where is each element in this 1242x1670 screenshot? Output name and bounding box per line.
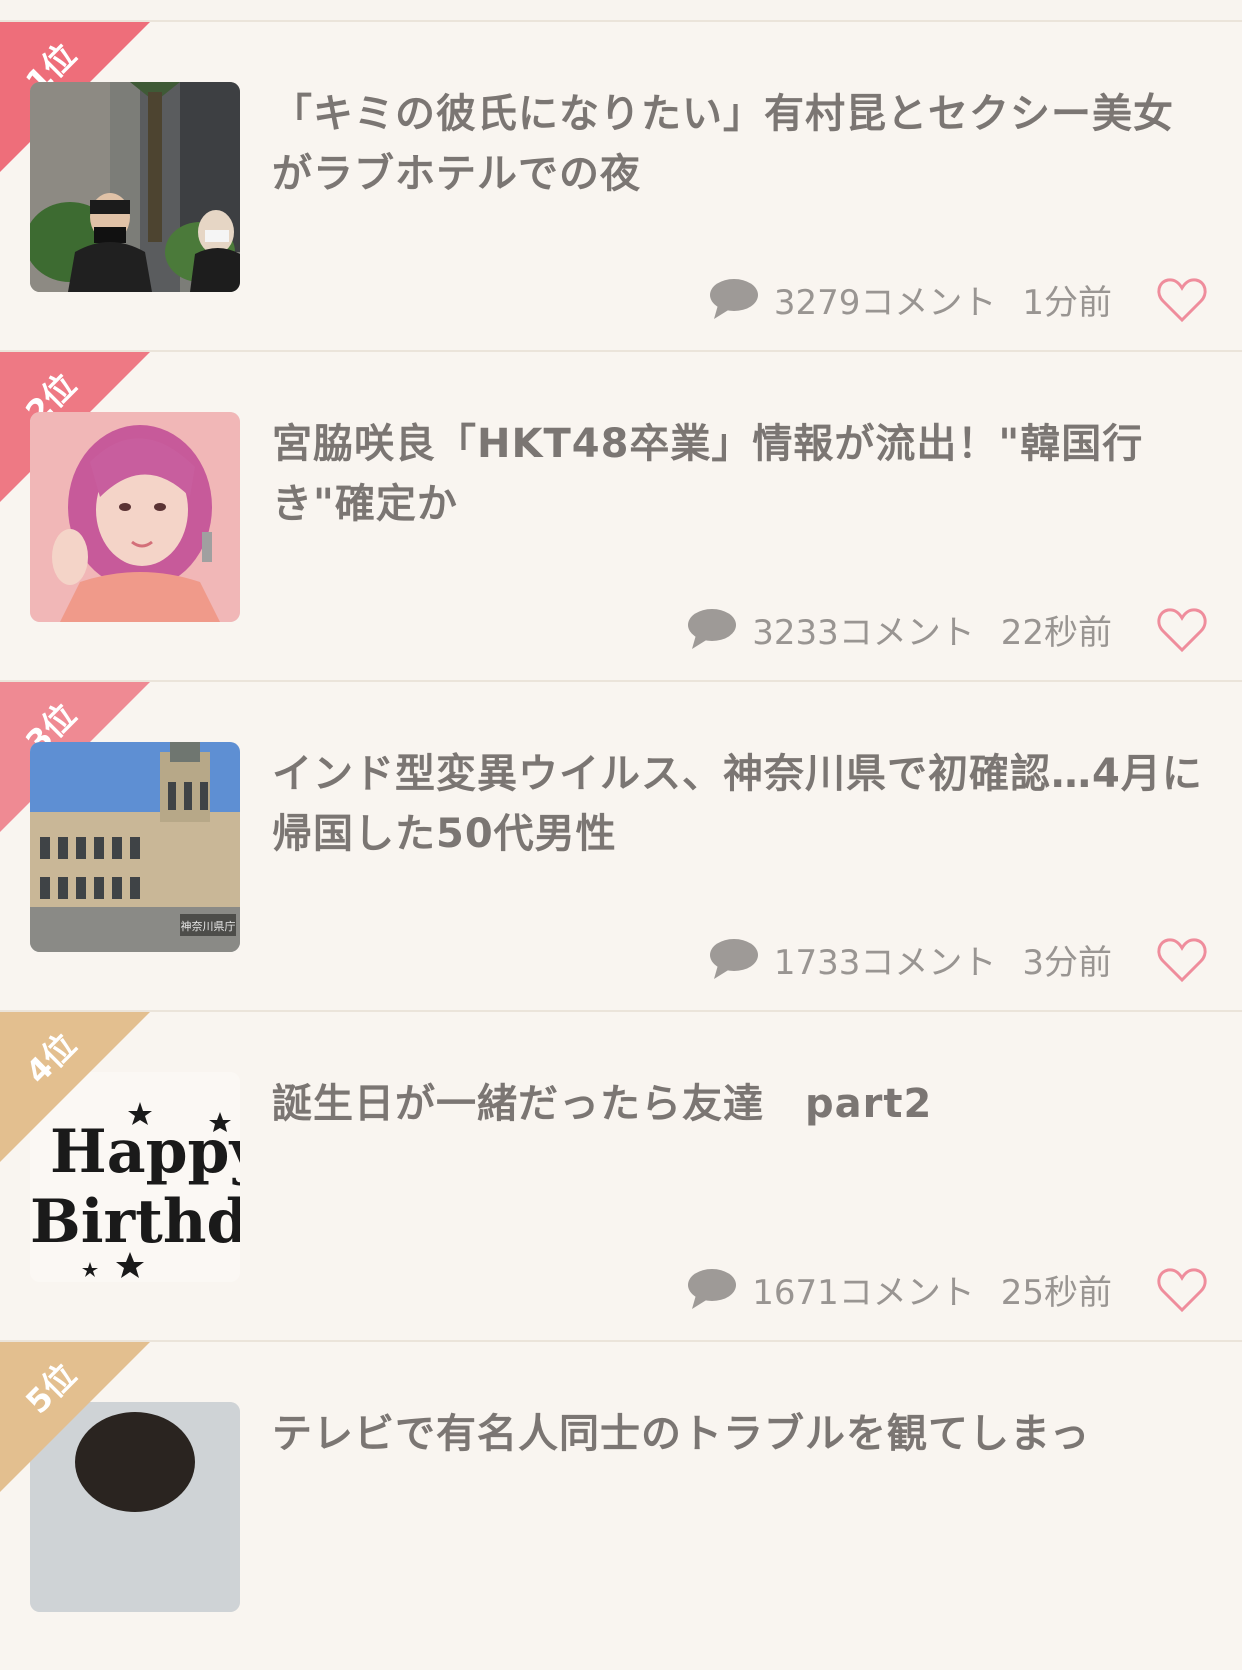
kanagawa-building-photo: 神奈川県庁: [30, 742, 240, 952]
svg-text:神奈川県庁: 神奈川県庁: [181, 919, 236, 933]
topic-title[interactable]: 「キミの彼氏になりたい」有村昆とセクシー美女がラブホテルでの夜: [272, 84, 1207, 204]
topic-thumbnail[interactable]: [30, 82, 240, 292]
heart-outline-icon[interactable]: [1156, 1264, 1208, 1316]
topic-ranking-list: 1位 「キミの彼氏になりたい」有村昆とセクシー美女がラブホテルでの夜 3279コ…: [0, 0, 1242, 1670]
comment-bubble-icon: [688, 609, 737, 649]
topic-item[interactable]: 1位 「キミの彼氏になりたい」有村昆とセクシー美女がラブホテルでの夜 3279コ…: [0, 20, 1242, 350]
posted-time: 25秒前: [1000, 1272, 1112, 1313]
posted-time: 1分前: [1022, 282, 1112, 323]
comment-bubble-icon: [709, 279, 758, 319]
topic-title[interactable]: 宮脇咲良「HKT48卒業」情報が流出！"韓国行き"確定か: [272, 414, 1207, 534]
rank-ribbon: 5位: [0, 1342, 150, 1492]
topic-thumbnail[interactable]: 神奈川県庁: [30, 742, 240, 952]
comment-bubble-icon: [709, 939, 758, 979]
comment-count: 3233コメント: [752, 612, 975, 653]
comment-count: 3279コメント: [773, 282, 997, 323]
topic-title[interactable]: 誕生日が一緒だったら友達 part2: [272, 1074, 1207, 1134]
topic-meta: 1733コメント 3分前: [708, 937, 1112, 983]
topic-item[interactable]: 3位 神奈川県庁 インド型変異ウイルス、神奈川県で初確認…4月に帰国した50代男…: [0, 680, 1242, 1010]
posted-time: 22秒前: [1000, 612, 1112, 653]
comment-bubble-icon: [688, 1269, 737, 1309]
svg-text:Birthday: Birthday: [30, 1187, 240, 1257]
topic-title[interactable]: テレビで有名人同士のトラブルを観てしまっ: [272, 1404, 1207, 1464]
topic-meta: 3233コメント 22秒前: [686, 607, 1112, 653]
two-people-photo: [30, 82, 240, 292]
topic-meta: 3279コメント 1分前: [708, 277, 1112, 323]
topic-item[interactable]: Happy Birthday 4位 誕生日が一緒だったら友達 part2 167…: [0, 1010, 1242, 1340]
topic-item[interactable]: 2位 宮脇咲良「HKT48卒業」情報が流出！"韓国行き"確定か 3233コメント…: [0, 350, 1242, 680]
pink-haired-woman-photo: [30, 412, 240, 622]
heart-outline-icon[interactable]: [1156, 274, 1208, 326]
topic-thumbnail[interactable]: [30, 412, 240, 622]
topic-meta: 1671コメント 25秒前: [686, 1267, 1112, 1313]
topic-item[interactable]: 5位 テレビで有名人同士のトラブルを観てしまっ: [0, 1340, 1242, 1670]
comment-count: 1671コメント: [752, 1272, 975, 1313]
topic-title[interactable]: インド型変異ウイルス、神奈川県で初確認…4月に帰国した50代男性: [272, 744, 1207, 864]
posted-time: 3分前: [1022, 942, 1112, 983]
heart-outline-icon[interactable]: [1156, 934, 1208, 986]
rank-ribbon: 4位: [0, 1012, 150, 1162]
comment-count: 1733コメント: [773, 942, 997, 983]
heart-outline-icon[interactable]: [1156, 604, 1208, 656]
